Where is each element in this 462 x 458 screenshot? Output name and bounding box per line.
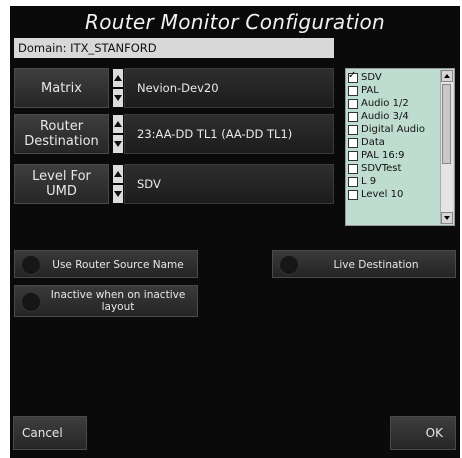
config-dialog: Router Monitor Configuration Domain: ITX… [10,6,460,458]
dialog-title: Router Monitor Configuration [85,10,385,34]
level-label: PAL 16:9 [361,150,405,161]
cancel-label: Cancel [22,425,63,440]
router-destination-value: 23:AA-DD TL1 (AA-DD TL1) [124,114,334,154]
level-label: Audio 1/2 [361,98,409,109]
checkbox-icon[interactable] [348,189,358,200]
led-indicator-icon [21,255,41,275]
level-list-item[interactable]: PAL [348,84,442,97]
router-destination-spinner [113,115,123,153]
router-destination-label-line1: Router [39,119,84,134]
matrix-value-text: Nevion-Dev20 [137,81,219,95]
checkbox-icon[interactable] [348,150,358,161]
router-destination-label-line2: Destination [24,134,99,149]
ok-label: OK [425,425,443,440]
inactive-when-on-inactive-layout-toggle[interactable]: Inactive when on inactive layout [14,285,198,317]
ok-button[interactable]: OK [390,416,456,450]
led-indicator-icon [21,292,41,312]
level-list-item[interactable]: SDVTest [348,162,442,175]
inactive-label-line1: Inactive when on inactive [50,289,186,301]
level-list-item[interactable]: Digital Audio [348,123,442,136]
router-destination-value-text: 23:AA-DD TL1 (AA-DD TL1) [137,127,293,141]
led-indicator-icon [279,255,299,275]
level-for-umd-value: SDV [124,164,334,204]
scroll-thumb[interactable] [442,84,451,164]
level-label: Audio 3/4 [361,111,409,122]
levels-list: SDV PAL Audio 1/2 Audio 3/4 Digital Audio Dat… [348,70,442,201]
level-label: Data [361,137,385,148]
levels-listbox[interactable]: SDV PAL Audio 1/2 Audio 3/4 Digital Audio Dat… [345,68,455,226]
level-label: Level 10 [361,189,404,200]
level-list-item[interactable]: Level 10 [348,188,442,201]
scroll-up-arrow-icon[interactable] [441,70,453,82]
live-destination-toggle[interactable]: Live Destination [272,250,456,278]
checkbox-icon[interactable] [348,124,358,135]
live-destination-label: Live Destination [333,259,419,271]
level-list-item[interactable]: L 9 [348,175,442,188]
cancel-button[interactable]: Cancel [13,416,87,450]
level-up-arrow-icon[interactable] [113,165,123,183]
checkbox-icon[interactable] [348,111,358,122]
matrix-up-arrow-icon[interactable] [113,69,123,87]
level-label: Digital Audio [361,124,426,135]
matrix-button[interactable]: Matrix [14,68,109,108]
level-for-umd-label-line1: Level For [32,169,91,184]
use-router-source-name-label: Use Router Source Name [52,259,184,271]
router-destination-up-arrow-icon[interactable] [113,115,123,133]
level-label: SDV [361,72,382,83]
level-list-item[interactable]: PAL 16:9 [348,149,442,162]
router-destination-down-arrow-icon[interactable] [113,135,123,153]
level-list-item[interactable]: Data [348,136,442,149]
level-for-umd-spinner [113,165,123,203]
inactive-label: Inactive when on inactive layout [43,289,193,313]
checkbox-checked-icon[interactable] [348,70,358,83]
domain-field: Domain: ITX_STANFORD [14,38,334,58]
level-label: SDVTest [361,163,402,174]
level-list-item[interactable]: SDV [348,70,442,84]
checkbox-icon[interactable] [348,98,358,109]
level-label: PAL [361,85,379,96]
matrix-label: Matrix [41,80,82,96]
router-destination-button[interactable]: Router Destination [14,114,109,154]
matrix-down-arrow-icon[interactable] [113,89,123,107]
level-list-item[interactable]: Audio 3/4 [348,110,442,123]
level-list-item[interactable]: Audio 1/2 [348,97,442,110]
level-for-umd-value-text: SDV [137,177,161,191]
checkbox-icon[interactable] [348,176,358,187]
matrix-value: Nevion-Dev20 [124,68,334,108]
checkbox-icon[interactable] [348,85,358,96]
level-for-umd-button[interactable]: Level For UMD [14,164,109,204]
levels-scrollbar[interactable] [440,70,453,224]
matrix-spinner [113,69,123,107]
level-for-umd-label-line2: UMD [46,184,77,199]
level-label: L 9 [361,176,377,187]
scroll-down-arrow-icon[interactable] [441,212,453,224]
use-router-source-name-toggle[interactable]: Use Router Source Name [14,250,198,278]
level-down-arrow-icon[interactable] [113,185,123,203]
checkbox-icon[interactable] [348,137,358,148]
checkbox-icon[interactable] [348,163,358,174]
inactive-label-line2: layout [101,301,135,313]
